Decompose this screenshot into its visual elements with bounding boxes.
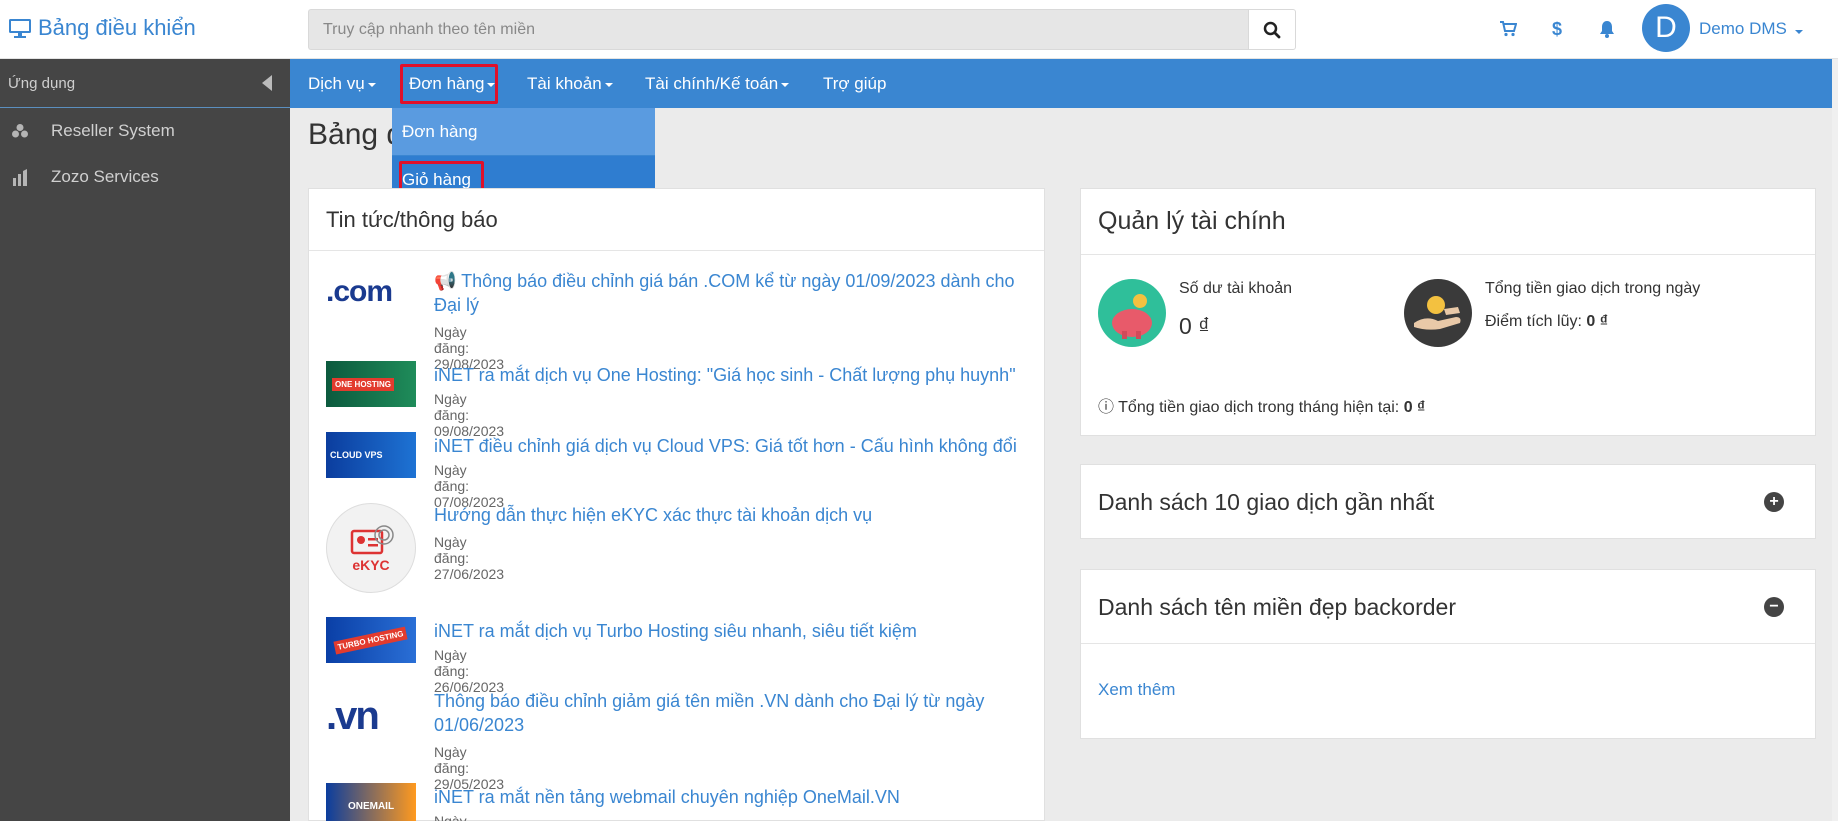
piggy-bank-icon xyxy=(1098,279,1166,347)
brand-link[interactable]: Bảng điều khiển xyxy=(8,15,196,41)
news-link[interactable]: 📢 Thông báo điều chỉnh giá bán .COM kể t… xyxy=(434,269,1024,317)
menu-label: Tài chính/Kế toán xyxy=(645,73,779,93)
backorder-panel: Danh sách tên miền đẹp backorder − Xem t… xyxy=(1080,569,1816,739)
news-link[interactable]: iNET ra mắt dịch vụ One Hosting: "Giá họ… xyxy=(434,363,1024,387)
chevron-down-icon xyxy=(604,83,613,87)
points-label: Điểm tích lũy: xyxy=(1485,313,1582,330)
news-link[interactable]: Hướng dẫn thực hiện eKYC xác thực tài kh… xyxy=(434,503,1024,527)
sidebar-title: Ứng dụng xyxy=(8,74,76,92)
news-date: Ngày đăng: 27/06/2023 xyxy=(434,534,505,582)
menu-item-account[interactable]: Tài khoản xyxy=(527,59,613,108)
thumb-text: TURBO HOSTING xyxy=(333,626,409,654)
news-panel: Tin tức/thông báo .com 📢 Thông báo điều … xyxy=(308,188,1045,821)
avatar[interactable]: D xyxy=(1642,4,1690,52)
news-thumbnail[interactable]: .com xyxy=(326,269,416,315)
news-link[interactable]: iNET điều chỉnh giá dịch vụ Cloud VPS: G… xyxy=(434,434,1024,458)
menu-item-finance[interactable]: Tài chính/Kế toán xyxy=(645,59,790,108)
thumb-text: ONE HOSTING xyxy=(332,377,395,391)
thumb-text: .vn xyxy=(326,693,380,738)
thumb-text: eKYC xyxy=(352,557,390,573)
thumb-text: ONEMAIL xyxy=(347,800,395,812)
finance-panel-title: Quản lý tài chính xyxy=(1081,189,1815,255)
divider xyxy=(1081,643,1815,644)
thumb-text: CLOUD VPS xyxy=(330,450,383,460)
id-card-icon xyxy=(350,525,394,555)
money-hand-icon xyxy=(1404,279,1472,347)
highlight-box-orders xyxy=(400,64,498,104)
chevron-down-icon xyxy=(781,83,790,87)
points-row: Điểm tích lũy: 0 ₫ xyxy=(1485,313,1608,331)
dollar-icon: $ xyxy=(1551,18,1562,39)
news-thumbnail[interactable]: CLOUD VPS xyxy=(326,432,416,478)
recent-transactions-panel: Danh sách 10 giao dịch gần nhất + xyxy=(1080,464,1816,539)
news-date: Ngày đăng: 10/02/2023 xyxy=(434,813,467,821)
avatar-letter: D xyxy=(1655,11,1677,44)
sidebar-item-zozo-services[interactable]: Zozo Services xyxy=(0,154,290,200)
top-header: Bảng điều khiển $ D Demo DMS xyxy=(0,0,1838,59)
search-input[interactable] xyxy=(308,9,1248,50)
currency-button[interactable]: $ xyxy=(1546,18,1568,40)
balance-value: 0 ₫ xyxy=(1179,313,1210,339)
backorder-title: Danh sách tên miền đẹp backorder xyxy=(1098,594,1456,620)
sidebar-item-label: Zozo Services xyxy=(51,167,159,186)
brand-label: Bảng điều khiển xyxy=(38,15,196,40)
search-icon xyxy=(1263,21,1281,38)
collapse-minus-icon[interactable]: − xyxy=(1764,597,1784,617)
news-link[interactable]: Thông báo điều chỉnh giảm giá tên miền .… xyxy=(434,689,1024,737)
menu-label: Trợ giúp xyxy=(823,73,887,93)
search-button[interactable] xyxy=(1248,9,1296,50)
expand-plus-icon[interactable]: + xyxy=(1764,492,1784,512)
chevron-down-icon xyxy=(367,83,376,87)
news-thumbnail[interactable]: ONEMAIL xyxy=(326,783,416,821)
main-menubar: Dịch vụ Đơn hàng Tài khoản Tài chính/Kế … xyxy=(290,59,1838,108)
news-thumbnail[interactable]: .vn xyxy=(326,693,416,739)
news-link[interactable]: iNET ra mắt nền tảng webmail chuyên nghi… xyxy=(434,785,1024,809)
balance-label: Số dư tài khoản xyxy=(1179,280,1293,297)
sidebar-item-label: Reseller System xyxy=(51,121,175,140)
news-thumbnail[interactable]: ONE HOSTING xyxy=(326,361,416,407)
collapse-sidebar-icon[interactable] xyxy=(262,75,272,91)
cart-icon xyxy=(1500,21,1517,37)
chart-icon xyxy=(9,166,31,188)
chevron-down-icon xyxy=(1794,30,1803,34)
bell-icon xyxy=(1600,21,1614,38)
cart-button[interactable] xyxy=(1497,18,1519,40)
news-thumbnail[interactable]: eKYC xyxy=(326,503,416,593)
scrollbar[interactable] xyxy=(1832,59,1838,821)
cluster-icon xyxy=(9,120,31,142)
search-bar xyxy=(308,9,1296,50)
sidebar-item-reseller-system[interactable]: Reseller System xyxy=(0,108,290,154)
daily-total-label: Tổng tiền giao dịch trong ngày xyxy=(1485,280,1701,297)
points-value: 0 ₫ xyxy=(1586,313,1608,330)
news-date: Ngày đăng: 26/06/2023 xyxy=(434,647,505,695)
user-menu[interactable]: Demo DMS xyxy=(1699,19,1803,39)
monitor-icon xyxy=(9,19,31,38)
monthly-row: ⓘ Tổng tiền giao dịch trong tháng hiện t… xyxy=(1098,393,1425,417)
sidebar: Ứng dụng Reseller System Zozo Services xyxy=(0,59,290,821)
news-thumbnail[interactable]: TURBO HOSTING xyxy=(326,617,416,663)
news-panel-title: Tin tức/thông báo xyxy=(309,189,1044,251)
sidebar-header: Ứng dụng xyxy=(0,59,290,108)
notification-button[interactable] xyxy=(1596,18,1618,40)
dropdown-item-orders[interactable]: Đơn hàng xyxy=(392,108,655,155)
monthly-label: ⓘ Tổng tiền giao dịch trong tháng hiện t… xyxy=(1098,399,1400,416)
recent-transactions-title: Danh sách 10 giao dịch gần nhất xyxy=(1098,489,1435,515)
news-date: Ngày đăng: 09/08/2023 xyxy=(434,391,505,439)
menu-item-help[interactable]: Trợ giúp xyxy=(823,59,886,108)
monthly-value: 0 ₫ xyxy=(1403,399,1426,416)
see-more-link[interactable]: Xem thêm xyxy=(1098,680,1175,700)
menu-label: Tài khoản xyxy=(527,73,602,93)
menu-item-services[interactable]: Dịch vụ xyxy=(308,59,376,108)
thumb-text: .com xyxy=(326,275,393,308)
menu-label: Dịch vụ xyxy=(308,73,365,93)
news-link[interactable]: iNET ra mắt dịch vụ Turbo Hosting siêu n… xyxy=(434,619,1024,643)
user-name: Demo DMS xyxy=(1699,19,1787,38)
finance-panel: Quản lý tài chính Số dư tài khoản 0 ₫ Tổ… xyxy=(1080,188,1816,436)
